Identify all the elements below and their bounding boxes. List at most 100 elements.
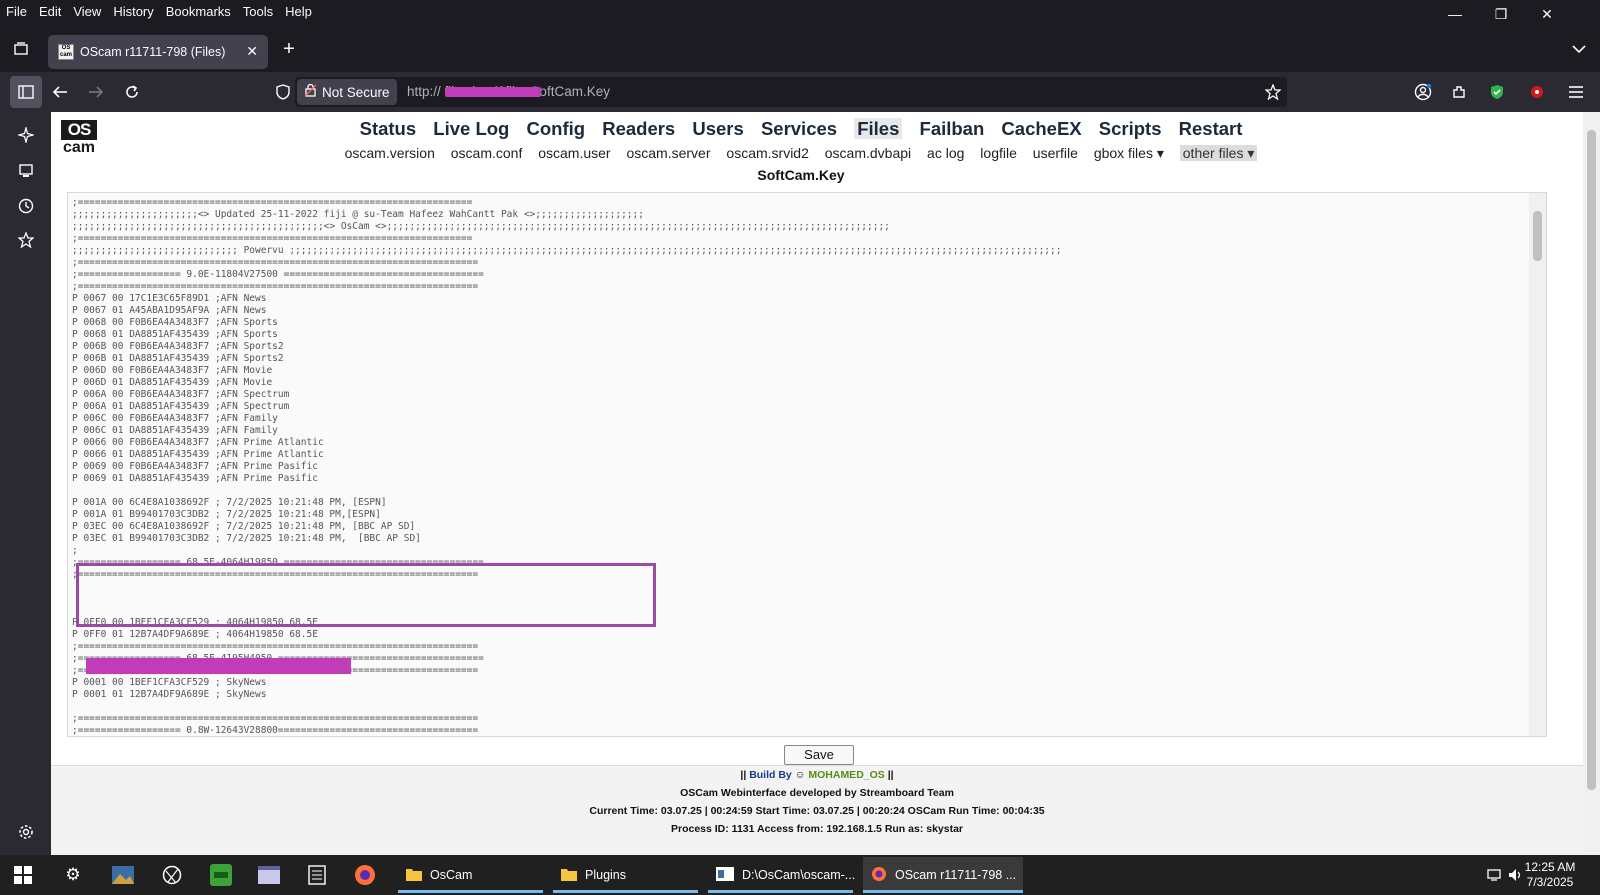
list-all-tabs-icon[interactable]	[1564, 35, 1594, 63]
green-app-icon[interactable]	[206, 860, 236, 890]
taskbar-app-label: OsCam	[430, 868, 473, 882]
back-icon[interactable]	[45, 78, 75, 106]
file-link-logfile[interactable]: logfile	[980, 145, 1017, 161]
taskbar-app-plugins-folder[interactable]: Plugins	[553, 857, 698, 893]
developed-by: OSCam Webinterface developed by Streambo…	[680, 787, 954, 799]
highlight-box	[76, 563, 656, 627]
editor-window-icon	[716, 866, 734, 884]
menu-tools[interactable]: Tools	[237, 4, 279, 19]
editor-scroll-thumb[interactable]	[1533, 211, 1542, 261]
file-link-oscam-server[interactable]: oscam.server	[626, 145, 710, 161]
synced-tabs-icon[interactable]	[12, 157, 40, 185]
restore-button[interactable]: ❐	[1478, 0, 1524, 28]
file-link-oscam-conf[interactable]: oscam.conf	[451, 145, 523, 161]
picture-app-icon[interactable]	[108, 860, 138, 890]
windows-start-icon[interactable]	[8, 860, 38, 890]
settings-gear-icon[interactable]	[12, 818, 40, 846]
file-link-ac-log[interactable]: ac log	[927, 145, 964, 161]
history-clock-icon[interactable]	[12, 192, 40, 220]
taskbar-app-firefox-oscam[interactable]: OScam r11711-798 ...	[863, 857, 1023, 893]
nav-config[interactable]: Config	[527, 118, 586, 139]
folder-icon	[406, 867, 422, 884]
running-indicator	[398, 890, 543, 893]
insecure-lock-icon	[304, 83, 317, 100]
time-info: Current Time: 03.07.25 | 00:24:59 Start …	[589, 805, 1045, 817]
editor-content[interactable]: ;=======================================…	[72, 197, 1061, 736]
taskbar-app-label: OScam r11711-798 ...	[895, 868, 1017, 882]
nav-scripts[interactable]: Scripts	[1099, 118, 1162, 139]
extensions-icon[interactable]	[1444, 78, 1474, 106]
browser-sidebar	[0, 112, 51, 855]
url-redaction	[445, 87, 541, 97]
terminal-app-icon[interactable]	[302, 860, 332, 890]
build-label: Build By	[749, 769, 792, 781]
nav-readers[interactable]: Readers	[602, 118, 675, 139]
file-link-userfile[interactable]: userfile	[1033, 145, 1078, 161]
minimize-button[interactable]: —	[1432, 0, 1478, 28]
tab-overview-icon[interactable]	[6, 35, 36, 63]
menu-help[interactable]: Help	[279, 4, 318, 19]
file-link-oscam-dvbapi[interactable]: oscam.dvbapi	[825, 145, 911, 161]
shield-extension-icon[interactable]	[1482, 78, 1512, 106]
nav-files[interactable]: Files	[854, 118, 903, 139]
ai-sparkle-icon[interactable]	[12, 121, 40, 149]
page-scroll-thumb[interactable]	[1587, 130, 1596, 790]
nav-services[interactable]: Services	[761, 118, 837, 139]
nav-cacheex[interactable]: CacheEX	[1001, 118, 1081, 139]
taskbar-app-oscam-folder[interactable]: OsCam	[398, 857, 543, 893]
nav-status[interactable]: Status	[360, 118, 417, 139]
tab-title: OScam r11711-798 (Files)	[80, 45, 226, 59]
main-navigation: Status Live Log Config Readers Users Ser…	[51, 118, 1551, 140]
new-tab-button[interactable]: +	[274, 35, 304, 63]
close-window-button[interactable]: ✕	[1524, 0, 1570, 28]
tracking-shield-icon[interactable]	[268, 78, 298, 106]
gear-app-icon[interactable]: ⚙	[58, 860, 88, 890]
nav-users[interactable]: Users	[692, 118, 743, 139]
file-editor-textarea[interactable]: ;=======================================…	[67, 192, 1547, 737]
nav-failban[interactable]: Failban	[920, 118, 985, 139]
menu-history[interactable]: History	[107, 4, 159, 19]
editor-scrollbar[interactable]	[1529, 193, 1546, 736]
nav-live-log[interactable]: Live Log	[433, 118, 509, 139]
taskbar-app-oscam-editor[interactable]: D:\OsCam\oscam-...	[708, 857, 856, 893]
sidebar-toggle-icon[interactable]	[10, 76, 42, 108]
menu-view[interactable]: View	[67, 4, 107, 19]
bookmark-star-icon[interactable]	[1258, 78, 1288, 106]
taskbar-app-label: Plugins	[585, 868, 626, 882]
forward-icon[interactable]	[81, 78, 111, 106]
file-link-oscam-version[interactable]: oscam.version	[345, 145, 435, 161]
files-subnavigation: oscam.version oscam.conf oscam.user osca…	[51, 145, 1551, 162]
hamburger-menu-icon[interactable]	[1561, 78, 1591, 106]
nav-restart[interactable]: Restart	[1179, 118, 1243, 139]
firefox-small-icon	[871, 866, 887, 885]
other-files-dropdown[interactable]: other files ▾	[1179, 145, 1258, 161]
process-info: Process ID: 1131 Access from: 192.168.1.…	[670, 823, 964, 835]
bookmarks-star-icon[interactable]	[12, 226, 40, 254]
menu-bookmarks[interactable]: Bookmarks	[160, 4, 237, 19]
page-footer: || Build By ☺ MOHAMED_OS || OSCam Webint…	[51, 765, 1583, 855]
clock-time: 12:25 AM	[1524, 860, 1576, 874]
reload-icon[interactable]	[117, 78, 147, 106]
close-tab-icon[interactable]: ✕	[246, 43, 258, 60]
smiley-icon: ☺	[794, 769, 806, 781]
account-icon[interactable]	[1408, 78, 1438, 106]
menu-edit[interactable]: Edit	[33, 4, 67, 19]
red-extension-icon[interactable]	[1522, 78, 1552, 106]
system-clock[interactable]: 12:25 AM 7/3/2025	[1510, 860, 1590, 890]
taskbar-app-label: D:\OsCam\oscam-...	[742, 868, 856, 882]
running-indicator	[708, 890, 853, 893]
menu-file[interactable]: File	[0, 4, 33, 19]
running-indicator	[553, 890, 698, 893]
build-suffix: ||	[887, 769, 894, 781]
save-button[interactable]: Save	[784, 745, 854, 765]
firefox-icon[interactable]	[350, 860, 380, 890]
file-link-oscam-user[interactable]: oscam.user	[538, 145, 610, 161]
aperture-app-icon[interactable]	[157, 860, 187, 890]
not-secure-indicator[interactable]: Not Secure	[297, 79, 397, 105]
window-app-icon[interactable]	[254, 860, 284, 890]
gbox-files-dropdown[interactable]: gbox files ▾	[1094, 145, 1164, 161]
not-secure-label: Not Secure	[322, 84, 390, 100]
file-link-oscam-srvid2[interactable]: oscam.srvid2	[726, 145, 808, 161]
build-line: || Build By ☺ MOHAMED_OS ||	[51, 766, 1583, 784]
tab-oscam-files[interactable]: OS cam OScam r11711-798 (Files) ✕	[48, 35, 268, 69]
